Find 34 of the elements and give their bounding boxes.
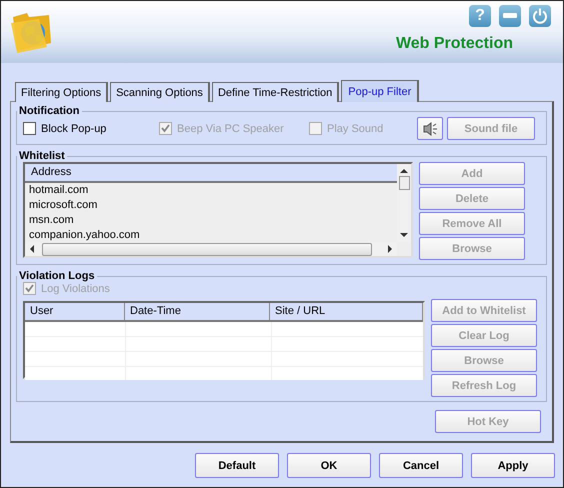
tab[interactable]: Scanning Options [110, 82, 210, 102]
down-arrow-icon [400, 233, 408, 238]
speaker-icon [422, 120, 438, 136]
tab[interactable]: Define Time-Restriction [212, 82, 340, 102]
scroll-thumb[interactable] [398, 176, 410, 190]
group-title: Notification [18, 105, 80, 117]
dialog-button[interactable]: OK [287, 453, 371, 478]
group-title: Violation Logs [18, 270, 96, 282]
list-item[interactable]: companion.yahoo.com [25, 228, 397, 242]
column-header[interactable]: Site / URL [270, 303, 423, 320]
list-item[interactable]: hotmail.com [25, 183, 397, 198]
power-button[interactable] [529, 5, 551, 27]
dialog-button[interactable]: Cancel [379, 453, 463, 478]
list-item[interactable]: msn.com [25, 213, 397, 228]
tab[interactable]: Filtering Options [15, 82, 108, 102]
group-title: Whitelist [18, 150, 66, 162]
minimize-button[interactable] [499, 5, 521, 27]
left-arrow-icon [29, 245, 34, 253]
tab[interactable]: Pop-up Filter [341, 80, 420, 102]
dialog-button[interactable]: Default [195, 453, 279, 478]
speaker-button[interactable] [417, 117, 443, 140]
checkmark-icon [160, 123, 171, 134]
minus-icon [503, 13, 517, 19]
column-header[interactable]: User [25, 303, 125, 320]
column-header[interactable]: Address [25, 164, 397, 183]
scroll-thumb[interactable] [42, 242, 372, 256]
list-item[interactable]: microsoft.com [25, 198, 397, 213]
up-arrow-icon [400, 168, 408, 173]
checkbox[interactable]: Block Pop-up [23, 122, 159, 135]
app-title: Web Protection [396, 35, 513, 53]
checkmark-icon [24, 283, 35, 294]
right-arrow-icon [388, 245, 393, 253]
dialog-button[interactable]: Apply [471, 453, 555, 478]
column-header[interactable]: Date-Time [125, 303, 270, 320]
